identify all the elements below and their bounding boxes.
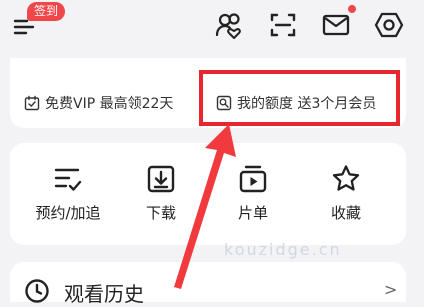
settings-icon[interactable]: [374, 10, 404, 40]
function-label: 片单: [237, 204, 268, 222]
function-item-playlist[interactable]: 片单: [213, 163, 293, 223]
function-item-favorites[interactable]: 收藏: [306, 163, 386, 223]
download-icon: [147, 165, 175, 193]
free-vip-label: 免费VIP 最高领22天: [45, 96, 174, 112]
star-icon: [332, 165, 360, 191]
watch-history-title: 观看历史: [64, 282, 144, 306]
function-label: 下载: [145, 204, 176, 222]
function-card: 预约/加追 下载 片单 收藏: [10, 143, 406, 245]
signin-badge[interactable]: 签到: [27, 2, 66, 21]
notification-dot: [348, 5, 356, 13]
function-item-download[interactable]: 下载: [121, 163, 201, 223]
watermark: kouzidge.cn: [224, 240, 342, 259]
mail-icon[interactable]: [321, 10, 351, 40]
function-label: 预约/加追: [35, 204, 101, 222]
highlight-box: [199, 70, 400, 126]
calendar-check-icon: [24, 95, 40, 111]
chevron-right-icon: >: [384, 280, 398, 299]
free-vip-entry[interactable]: 免费VIP 最高领22天: [24, 92, 173, 114]
top-bar: 签到: [0, 0, 424, 52]
clock-icon: [25, 279, 49, 303]
function-label: 收藏: [330, 204, 361, 222]
scan-icon[interactable]: [268, 10, 298, 40]
watch-history-card[interactable]: 观看历史 >: [10, 262, 406, 306]
reserve-list-icon: [54, 168, 82, 191]
function-item-reserve[interactable]: 预约/加追: [28, 163, 108, 223]
playlist-icon: [239, 165, 267, 193]
friends-icon[interactable]: [214, 10, 244, 40]
